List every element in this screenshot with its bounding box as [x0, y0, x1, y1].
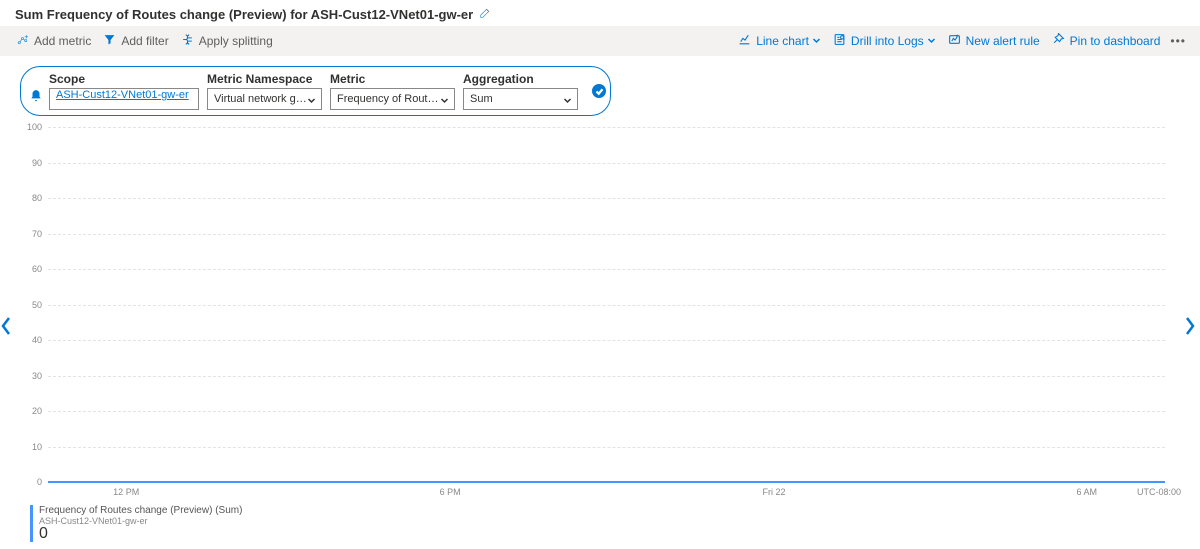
drill-logs-dropdown[interactable]: Drill into Logs [827, 31, 942, 51]
gridline [48, 163, 1165, 164]
confirm-metric-icon[interactable] [592, 84, 606, 98]
apply-splitting-label: Apply splitting [199, 34, 273, 48]
pin-dashboard-button[interactable]: Pin to dashboard [1046, 31, 1167, 51]
aggregation-select[interactable]: Sum [463, 88, 578, 110]
namespace-label: Metric Namespace [207, 72, 322, 86]
filter-icon [103, 33, 121, 49]
y-tick: 70 [20, 229, 42, 239]
metric-value: Frequency of Routes ch... [337, 93, 442, 105]
add-metric-label: Add metric [34, 34, 91, 48]
aggregation-label: Aggregation [463, 72, 578, 86]
gridline [48, 198, 1165, 199]
add-filter-label: Add filter [121, 34, 168, 48]
resource-icon [29, 77, 49, 106]
time-forward-button[interactable] [1184, 312, 1200, 340]
legend-series-name: Frequency of Routes change (Preview) (Su… [39, 505, 1185, 516]
add-metric-icon [16, 33, 34, 49]
time-back-button[interactable] [0, 312, 16, 340]
namespace-select[interactable]: Virtual network gatewa... [207, 88, 322, 110]
edit-title-icon[interactable] [473, 6, 492, 22]
chart-area: 0102030405060708090100 UTC-08:00 12 PM6 … [0, 122, 1200, 542]
y-tick: 40 [20, 335, 42, 345]
chevron-down-icon [809, 34, 821, 48]
drill-logs-icon [833, 33, 851, 49]
chevron-down-icon [924, 34, 936, 48]
x-axis: UTC-08:00 12 PM6 PMFri 226 AM [48, 487, 1165, 501]
metric-config-pill: Scope ASH-Cust12-VNet01-gw-er Metric Nam… [20, 66, 611, 116]
legend-latest-value: 0 [39, 526, 1185, 542]
gridline [48, 340, 1165, 341]
y-tick: 50 [20, 300, 42, 310]
pin-icon [1052, 33, 1070, 49]
apply-splitting-button[interactable]: Apply splitting [175, 31, 279, 51]
aggregation-value: Sum [470, 93, 493, 105]
gridline [48, 305, 1165, 306]
x-tick: 6 AM [1077, 487, 1098, 497]
metric-config-row: Scope ASH-Cust12-VNet01-gw-er Metric Nam… [0, 56, 1200, 122]
x-tick: 6 PM [440, 487, 461, 497]
gridline [48, 447, 1165, 448]
chart-title: Sum Frequency of Routes change (Preview)… [15, 7, 473, 22]
scope-label: Scope [49, 72, 199, 86]
legend-resource-name: ASH-Cust12-VNet01-gw-er [39, 516, 1185, 526]
chart-type-dropdown[interactable]: Line chart [732, 31, 827, 51]
y-tick: 10 [20, 442, 42, 452]
metric-label: Metric [330, 72, 455, 86]
ellipsis-icon: ••• [1170, 34, 1186, 48]
y-tick: 0 [20, 477, 42, 487]
gridline [48, 376, 1165, 377]
x-tick: Fri 22 [763, 487, 786, 497]
chart-plot[interactable]: 0102030405060708090100 [48, 122, 1165, 487]
chart-type-label: Line chart [756, 34, 809, 48]
add-filter-button[interactable]: Add filter [97, 31, 174, 51]
timezone-label: UTC-08:00 [1137, 487, 1181, 497]
new-alert-label: New alert rule [966, 34, 1040, 48]
more-button[interactable]: ••• [1166, 32, 1190, 50]
pin-dashboard-label: Pin to dashboard [1070, 34, 1161, 48]
data-series-line [48, 481, 1165, 483]
chart-title-bar: Sum Frequency of Routes change (Preview)… [0, 0, 1200, 26]
gridline [48, 411, 1165, 412]
new-alert-button[interactable]: New alert rule [942, 31, 1046, 51]
chart-legend[interactable]: Frequency of Routes change (Preview) (Su… [30, 505, 1185, 542]
scope-value: ASH-Cust12-VNet01-gw-er [56, 89, 189, 101]
add-metric-button[interactable]: Add metric [10, 31, 97, 51]
y-tick: 100 [20, 122, 42, 132]
y-tick: 30 [20, 371, 42, 381]
metric-select[interactable]: Frequency of Routes ch... [330, 88, 455, 110]
splitting-icon [181, 33, 199, 49]
gridline [48, 234, 1165, 235]
namespace-value: Virtual network gatewa... [214, 93, 309, 105]
y-tick: 20 [20, 406, 42, 416]
alert-icon [948, 33, 966, 49]
x-tick: 12 PM [113, 487, 139, 497]
y-tick: 90 [20, 158, 42, 168]
gridline [48, 127, 1165, 128]
y-tick: 60 [20, 264, 42, 274]
y-tick: 80 [20, 193, 42, 203]
drill-logs-label: Drill into Logs [851, 34, 924, 48]
metrics-toolbar: Add metric Add filter Apply splitting Li… [0, 26, 1200, 56]
gridline [48, 269, 1165, 270]
scope-select[interactable]: ASH-Cust12-VNet01-gw-er [49, 88, 199, 110]
line-chart-icon [738, 33, 756, 49]
